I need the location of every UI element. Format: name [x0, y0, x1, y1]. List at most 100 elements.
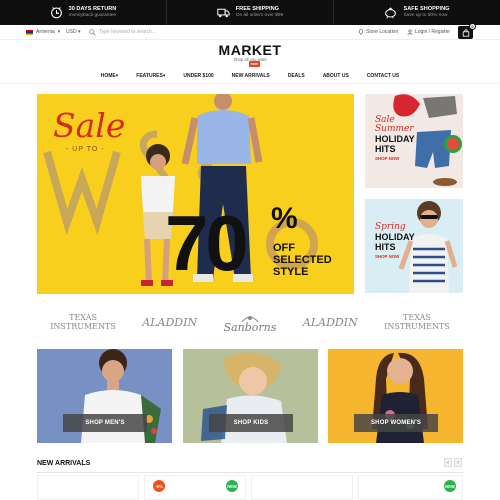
- hero-offer-line2: STYLE: [273, 266, 309, 278]
- nav-divider: [0, 83, 500, 84]
- new-badge: new: [248, 61, 260, 67]
- shop-womens-button[interactable]: SHOP WOMEN'S: [354, 414, 438, 432]
- brand-logo-line1: Sanborns: [223, 320, 277, 334]
- return-title: 30 DAYS RETURN: [68, 6, 117, 12]
- brand-logo-sanborns[interactable]: Sanborns: [223, 313, 277, 334]
- new-badge: NEW: [226, 480, 238, 492]
- spring-banner[interactable]: Spring HOLIDAY HITS SHOP NOW: [365, 199, 463, 293]
- chevron-down-icon: ▾: [57, 29, 61, 35]
- summer-heading-2: HITS: [375, 144, 396, 154]
- return-subtitle: moneyback guarantee: [68, 13, 117, 18]
- truck-icon: [217, 8, 230, 18]
- currency-selector[interactable]: USD ▾: [66, 29, 80, 35]
- currency-label: USD: [66, 29, 77, 35]
- spring-script: Spring: [375, 222, 406, 232]
- brand-logo-line1: ALADDIN: [142, 315, 198, 329]
- user-icon: [407, 29, 413, 35]
- search-icon[interactable]: [89, 28, 96, 36]
- logo-name: MARKET: [218, 42, 282, 58]
- nav-under-100-label: UNDER $100: [183, 72, 214, 79]
- hero-offer-line1: OFF SELECTED: [273, 242, 332, 266]
- shipping-info: FREE SHIPPING On all orders over $99: [166, 0, 333, 25]
- language-label: Armenia: [36, 29, 55, 35]
- nav-contact-label: CONTACT US: [366, 72, 400, 79]
- nav-new-arrivals-label: NEW ARRIVALS: [231, 72, 270, 79]
- spring-shop-now-link[interactable]: SHOP NOW: [375, 254, 415, 259]
- product-card[interactable]: [251, 475, 353, 500]
- shipping-title: FREE SHIPPING: [235, 6, 279, 12]
- new-arrivals-title: NEW ARRIVALS: [37, 460, 91, 467]
- spring-heading-2: HITS: [375, 242, 396, 252]
- return-info: 30 DAYS RETURN moneyback guarantee: [0, 0, 166, 25]
- armenia-flag-icon: [26, 29, 33, 35]
- carousel-arrows: ‹ ›: [444, 458, 462, 467]
- nav-about-label: ABOUT US: [322, 72, 349, 79]
- brand-logo-texas-instruments[interactable]: TEXAS INSTRUMENTS: [384, 313, 450, 331]
- site-logo[interactable]: MARKET Shop all you want: [0, 42, 500, 62]
- hero-upto-text: - UP TO -: [66, 146, 105, 153]
- nav-home[interactable]: HOME ▾: [92, 69, 128, 82]
- nav-features[interactable]: FEATURES ▾: [127, 69, 174, 82]
- chevron-down-icon: ▾: [115, 72, 119, 79]
- main-navigation: HOME ▾ FEATURES ▾ UNDER $100 NEW ARRIVALS n…: [0, 61, 500, 82]
- piggy-bank-icon: [385, 7, 397, 19]
- brand-logos: TEXAS INSTRUMENTS ALADDIN Sanborns ALADD…: [37, 305, 463, 339]
- brand-logo-line1: TEXAS: [69, 313, 97, 322]
- category-women[interactable]: SHOP WOMEN'S: [328, 349, 463, 443]
- summer-shop-now-link[interactable]: SHOP NOW: [375, 156, 415, 161]
- cart-button[interactable]: 0: [458, 23, 476, 39]
- category-men[interactable]: SHOP MEN'S: [37, 349, 172, 443]
- brand-logo-aladdin[interactable]: ALADDIN: [302, 315, 358, 329]
- brand-logo-line2: INSTRUMENTS: [384, 322, 450, 331]
- carousel-next-button[interactable]: ›: [454, 458, 462, 467]
- search-field[interactable]: Type keyword to search...: [89, 27, 219, 37]
- brand-logo-aladdin[interactable]: ALADDIN: [142, 315, 198, 329]
- hero-sale-text: Sale: [53, 106, 126, 145]
- spring-heading-1: HOLIDAY: [375, 232, 415, 242]
- shipping-subtitle: On all orders over $99: [235, 13, 284, 18]
- hero-percent-sign: %: [271, 202, 298, 235]
- search-input[interactable]: Type keyword to search...: [99, 29, 156, 35]
- cart-count-badge: 0: [469, 23, 476, 30]
- nav-deals-label: DEALS: [287, 72, 305, 79]
- product-card[interactable]: [37, 475, 139, 500]
- shopping-bag-icon: [462, 28, 469, 37]
- hero-banner[interactable]: Sale - UP TO - 70 % OFF SELECTED STYLE: [37, 94, 354, 294]
- carousel-prev-button[interactable]: ‹: [444, 458, 452, 467]
- language-selector[interactable]: Armenia ▾: [26, 29, 60, 35]
- brand-logo-line2: INSTRUMENTS: [50, 322, 116, 331]
- top-info-bar: 30 DAYS RETURN moneyback guarantee FREE …: [0, 0, 500, 25]
- hero-offer-text: OFF SELECTED STYLE: [273, 242, 354, 278]
- shop-mens-button[interactable]: SHOP MEN'S: [63, 414, 147, 432]
- brand-logo-line1: TEXAS: [403, 313, 431, 322]
- nav-home-label: HOME: [100, 72, 116, 79]
- safe-subtitle: Save up to 50% now: [403, 13, 448, 18]
- nav-about-us[interactable]: ABOUT US: [314, 69, 358, 82]
- discount-badge: -9%: [153, 480, 165, 492]
- section-divider: [37, 472, 463, 473]
- category-kids[interactable]: SHOP KIDS: [183, 349, 318, 443]
- safe-shopping-info: SAFE SHOPPING Save up to 50% now: [333, 0, 500, 25]
- nav-features-label: FEATURES: [136, 72, 163, 79]
- store-location-label: Store Location: [366, 29, 399, 35]
- nav-contact-us[interactable]: CONTACT US: [358, 69, 408, 82]
- shop-kids-button[interactable]: SHOP KIDS: [209, 414, 293, 432]
- nav-deals[interactable]: DEALS: [279, 69, 314, 82]
- clock-icon: [50, 7, 62, 19]
- nav-new-arrivals[interactable]: NEW ARRIVALS new: [223, 61, 279, 82]
- brand-logo-texas-instruments[interactable]: TEXAS INSTRUMENTS: [50, 313, 116, 331]
- summer-script: Summer: [375, 124, 414, 134]
- new-badge: NEW: [444, 480, 456, 492]
- spring-banner-text: Spring HOLIDAY HITS SHOP NOW: [375, 222, 415, 260]
- hero-percent-value: 70: [165, 199, 249, 287]
- chevron-down-icon: ▾: [162, 72, 166, 79]
- location-pin-icon: [358, 29, 364, 35]
- nav-under-100[interactable]: UNDER $100: [174, 69, 222, 82]
- login-register-link[interactable]: Login / Register: [407, 29, 450, 35]
- login-register-label: Login / Register: [415, 29, 451, 35]
- summer-heading-1: HOLIDAY: [375, 134, 415, 144]
- store-location-link[interactable]: Store Location: [358, 29, 398, 35]
- brand-logo-line1: ALADDIN: [302, 315, 358, 329]
- summer-banner[interactable]: Sale Summer HOLIDAY HITS SHOP NOW: [365, 94, 463, 188]
- summer-banner-text: Sale Summer HOLIDAY HITS SHOP NOW: [375, 116, 415, 162]
